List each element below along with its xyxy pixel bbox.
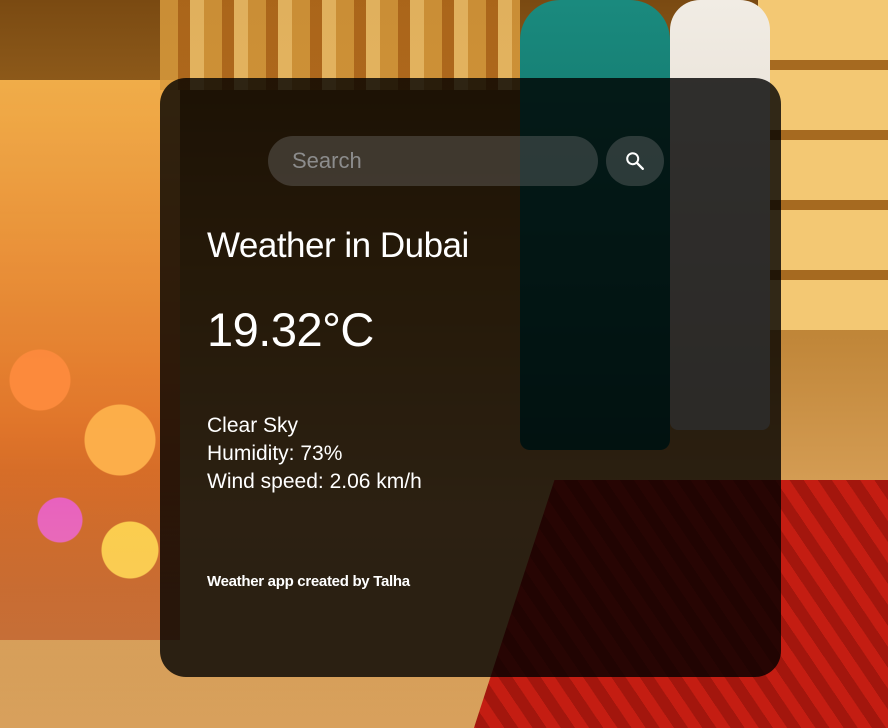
weather-details: Clear Sky Humidity: 73% Wind speed: 2.06…: [207, 412, 422, 496]
shelves-decoration: [160, 0, 520, 90]
humidity-text: Humidity: 73%: [207, 442, 343, 465]
weather-description: Clear Sky: [207, 414, 299, 437]
search-button[interactable]: [606, 136, 664, 186]
search-icon: [626, 152, 644, 170]
city-title: Weather in Dubai: [207, 226, 469, 265]
search-bar: [268, 136, 664, 186]
temperature: 19.32°C: [207, 303, 374, 356]
wind-speed-text: Wind speed: 2.06 km/h: [207, 470, 422, 493]
weather-card: Weather in Dubai 19.32°C Clear Sky Humid…: [160, 78, 781, 677]
footer-credit: Weather app created by Talha: [207, 573, 410, 590]
search-input[interactable]: [268, 136, 598, 186]
